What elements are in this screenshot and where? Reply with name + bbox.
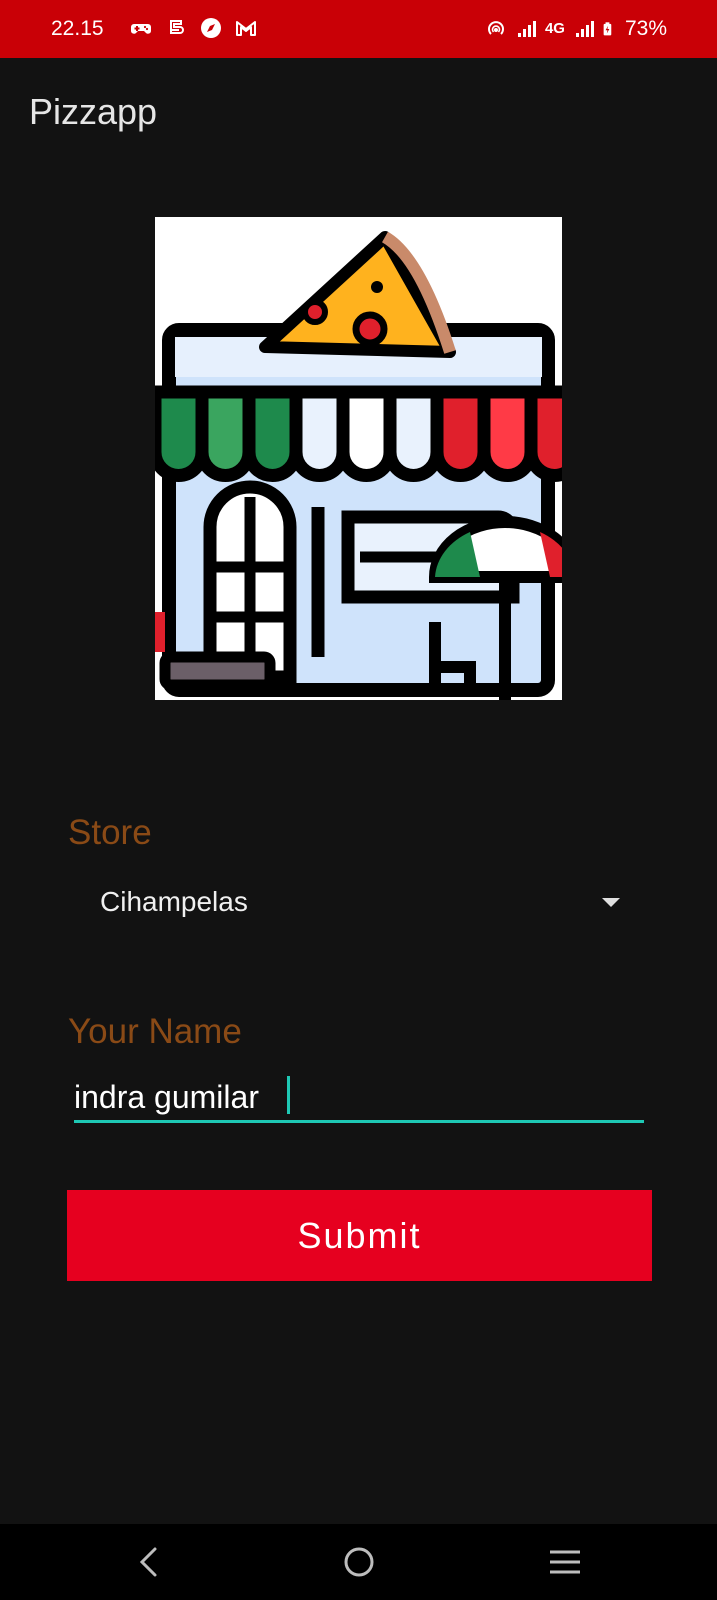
recents-icon[interactable]: [545, 1542, 585, 1582]
game-controller-icon: [131, 24, 151, 34]
signal-icon: [517, 21, 536, 37]
status-bar: 22.15 4G 73%: [0, 0, 717, 58]
home-icon[interactable]: [339, 1542, 379, 1582]
network-type: 4G: [544, 20, 565, 37]
name-input[interactable]: [74, 1074, 644, 1123]
store-dropdown[interactable]: Cihampelas: [100, 882, 620, 922]
store-dropdown-value: Cihampelas: [100, 886, 248, 917]
submit-button[interactable]: Submit: [67, 1190, 652, 1281]
back-icon[interactable]: [130, 1542, 170, 1582]
signal-icon: [575, 21, 594, 37]
status-system-indicators: 4G 73%: [485, 16, 667, 42]
name-label: Your Name: [68, 1012, 242, 1051]
status-notification-icons: [130, 17, 257, 39]
s-app-icon: [170, 20, 184, 34]
gmail-icon: [236, 21, 256, 36]
hotspot-icon: [488, 21, 504, 35]
compass-icon: [201, 18, 221, 38]
battery-charging-icon: [603, 22, 612, 36]
store-label: Store: [68, 813, 152, 852]
pizza-store-illustration: [155, 231, 562, 700]
text-cursor: [287, 1076, 290, 1114]
navigation-bar: [0, 1524, 717, 1600]
status-time: 22.15: [51, 17, 104, 40]
dropdown-arrow-icon: [602, 898, 620, 907]
battery-percent: 73%: [624, 17, 667, 40]
app-title: Pizzapp: [29, 91, 158, 132]
pizza-store-icon: [155, 217, 562, 700]
